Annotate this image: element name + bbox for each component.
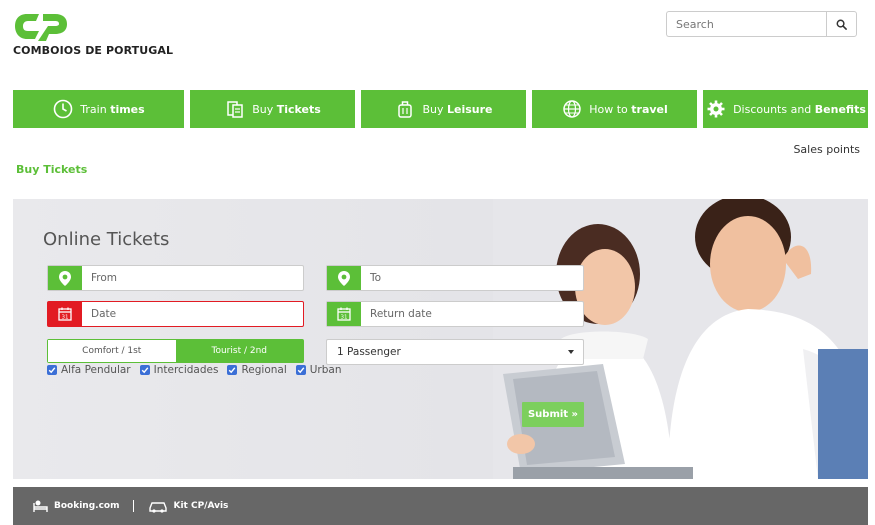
nav-label-prefix: Train [80, 102, 111, 116]
passengers-value: 1 Passenger [337, 346, 401, 358]
checkmark-icon [295, 365, 306, 375]
checkbox-label: Urban [309, 364, 342, 376]
kit-cp-avis-link[interactable]: Kit CP/Avis [148, 499, 228, 513]
train-type-filters: Alfa Pendular Intercidades Regional Urba… [47, 364, 342, 376]
nav-label: How to travel [589, 103, 668, 116]
nav-label-prefix: How to [589, 102, 632, 116]
car-icon [149, 502, 168, 513]
class-option-comfort[interactable]: Comfort / 1st [48, 340, 176, 362]
checkmark-icon [47, 365, 57, 375]
booking-panel: Online Tickets From To 31 Date 31 Return… [13, 199, 868, 479]
return-date-field[interactable]: 31 Return date [326, 301, 584, 327]
submit-button[interactable]: Submit » [522, 402, 584, 427]
booking-label: Booking.com [54, 501, 120, 511]
clock-icon [52, 98, 74, 120]
calendar-icon: 31 [48, 302, 82, 326]
checkbox-label: Regional [241, 364, 287, 376]
search-input[interactable] [666, 11, 827, 37]
checkbox-regional[interactable]: Regional [227, 364, 287, 376]
class-toggle: Comfort / 1st Tourist / 2nd [47, 339, 304, 363]
checkmark-icon [139, 365, 150, 375]
nav-buy-tickets[interactable]: Buy Tickets [190, 90, 355, 128]
checkmark-icon [227, 365, 238, 375]
checkbox-urban[interactable]: Urban [295, 364, 342, 376]
return-date-placeholder: Return date [370, 308, 432, 320]
location-pin-icon [48, 266, 82, 290]
nav-label: Buy Tickets [252, 103, 321, 116]
booking-link[interactable]: Booking.com [33, 499, 119, 513]
nav-label-bold: Tickets [276, 102, 321, 116]
nav-how-to-travel[interactable]: How to travel [532, 90, 697, 128]
nav-label-bold: Benefits [814, 102, 866, 116]
main-nav: Train times Buy Tickets Buy Leisure How … [0, 90, 875, 128]
nav-label-prefix: Buy [422, 102, 447, 116]
breadcrumb[interactable]: Buy Tickets [16, 163, 87, 176]
checkbox-label: Alfa Pendular [61, 364, 131, 376]
cp-logo-icon [15, 14, 67, 41]
form-title: Online Tickets [43, 229, 170, 250]
sales-points-link[interactable]: Sales points [793, 143, 860, 156]
location-pin-icon [327, 266, 361, 290]
gear-icon [705, 98, 727, 120]
date-field[interactable]: 31 Date [47, 301, 304, 327]
divider [133, 500, 135, 512]
nav-label: Discounts and Benefits [733, 103, 866, 116]
nav-label-prefix: Buy [252, 102, 277, 116]
checkbox-alfa-pendular[interactable]: Alfa Pendular [47, 364, 131, 376]
tickets-icon [224, 98, 246, 120]
svg-text:31: 31 [341, 315, 348, 321]
class-option-tourist[interactable]: Tourist / 2nd [175, 340, 303, 362]
nav-label: Train times [80, 103, 144, 116]
date-placeholder: Date [91, 308, 117, 320]
nav-label-bold: Leisure [447, 102, 493, 116]
search-box [666, 11, 857, 37]
cp-logo[interactable]: COMBOIOS DE PORTUGAL [13, 12, 173, 60]
svg-text:31: 31 [62, 315, 69, 321]
bed-icon [33, 500, 48, 512]
to-field[interactable]: To [326, 265, 584, 291]
nav-label-prefix: Discounts and [733, 102, 815, 116]
kit-label: Kit CP/Avis [173, 501, 229, 511]
search-button[interactable] [826, 11, 857, 37]
luggage-icon [394, 98, 416, 120]
checkbox-intercidades[interactable]: Intercidades [139, 364, 219, 376]
checkbox-label: Intercidades [153, 364, 219, 376]
passengers-select[interactable]: 1 Passenger [326, 339, 584, 365]
nav-label: Buy Leisure [422, 103, 492, 116]
search-icon [836, 19, 847, 30]
nav-label-bold: travel [631, 102, 668, 116]
nav-discounts-benefits[interactable]: Discounts and Benefits [703, 90, 868, 128]
nav-train-times[interactable]: Train times [13, 90, 184, 128]
logo-text: COMBOIOS DE PORTUGAL [13, 44, 174, 57]
from-field[interactable]: From [47, 265, 304, 291]
globe-icon [561, 98, 583, 120]
caret-down-icon [568, 350, 574, 354]
partner-bar: Booking.com Kit CP/Avis [13, 487, 868, 525]
from-placeholder: From [91, 272, 118, 284]
to-placeholder: To [370, 272, 382, 284]
nav-label-bold: times [110, 102, 145, 116]
calendar-icon: 31 [327, 302, 361, 326]
nav-buy-leisure[interactable]: Buy Leisure [361, 90, 526, 128]
